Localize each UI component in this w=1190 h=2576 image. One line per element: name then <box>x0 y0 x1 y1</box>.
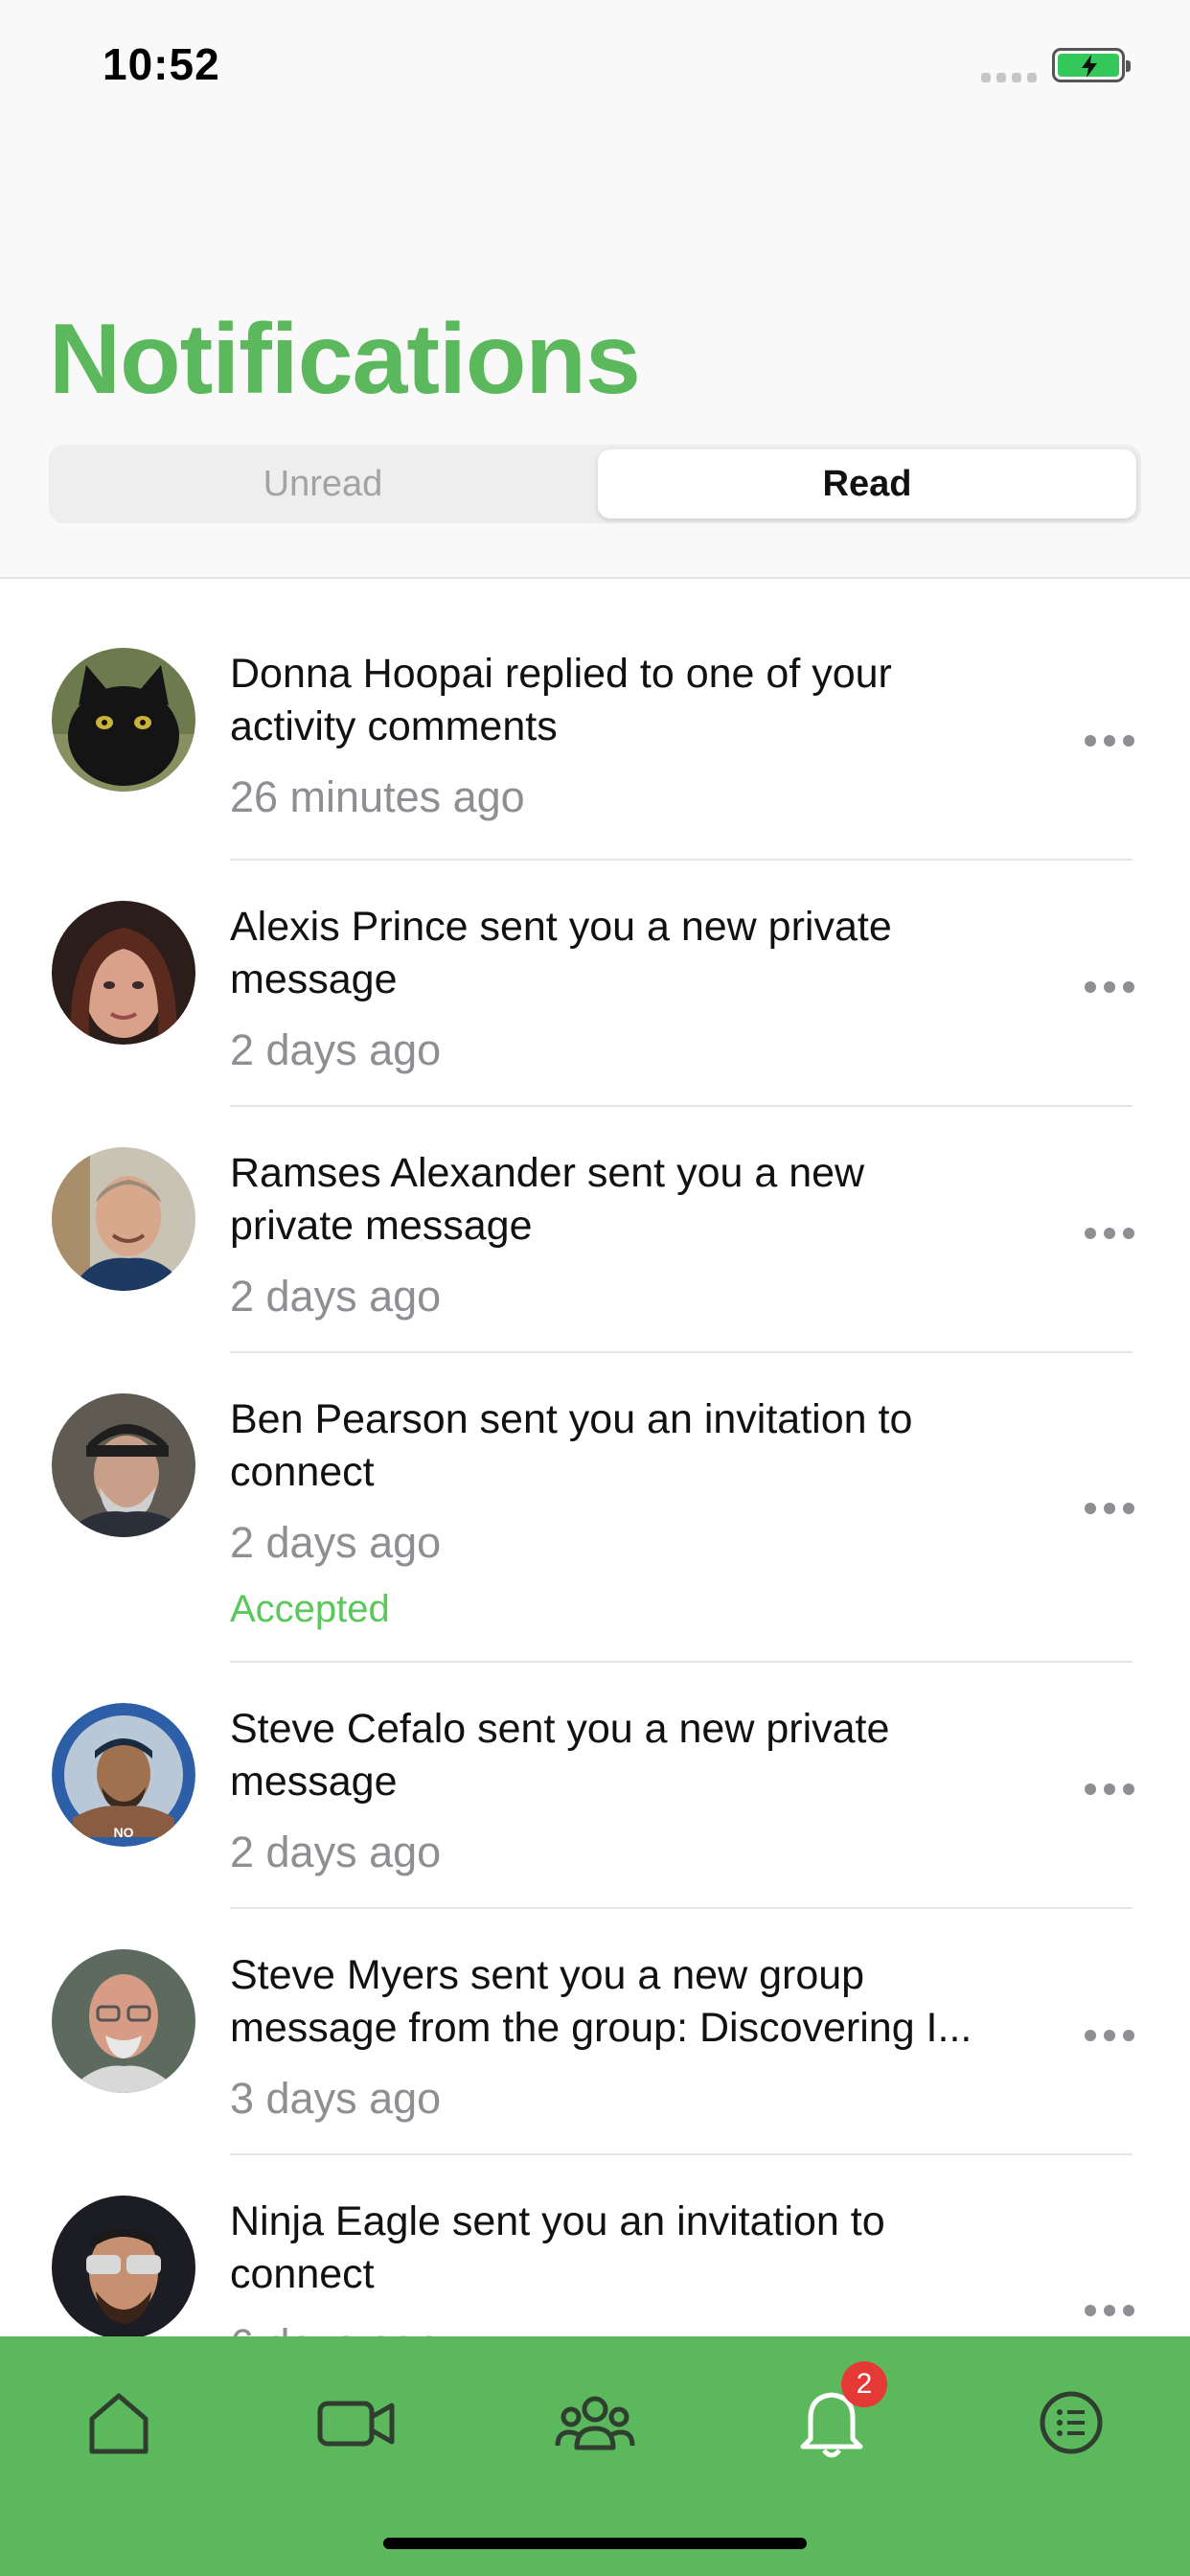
notification-text: Alexis Prince sent you a new private mes… <box>230 904 892 1002</box>
notification-text: Ninja Eagle sent you an invitation to co… <box>230 2198 885 2297</box>
tab-read[interactable]: Read <box>598 449 1136 518</box>
avatar[interactable] <box>52 901 195 1045</box>
notification-text: Ramses Alexander sent you a new private … <box>230 1150 865 1249</box>
home-indicator[interactable] <box>383 2538 807 2549</box>
users-icon <box>555 2396 635 2450</box>
avatar[interactable] <box>52 2196 195 2336</box>
notification-count-badge: 2 <box>841 2361 887 2407</box>
notification-row[interactable]: Ramses Alexander sent you a new private … <box>0 1107 1190 1353</box>
notification-row[interactable]: Steve Myers sent you a new group message… <box>0 1909 1190 2155</box>
notification-text: Donna Hoopai replied to one of your acti… <box>230 651 892 749</box>
status-time: 10:52 <box>103 39 220 89</box>
more-options-icon[interactable] <box>1085 2305 1134 2318</box>
read-unread-segmented-control: Unread Read <box>49 445 1141 523</box>
home-icon <box>89 2393 149 2454</box>
notification-row[interactable]: NO Steve Cefalo sent you a new private m… <box>0 1663 1190 1909</box>
notification-time: 2 days ago <box>230 1828 442 1876</box>
more-options-icon[interactable] <box>1085 2030 1134 2043</box>
more-options-icon[interactable] <box>1085 981 1134 995</box>
avatar[interactable]: NO <box>52 1703 195 1847</box>
tab-unread[interactable]: Unread <box>54 449 592 518</box>
header: 10:52 Notifications Unread Read <box>0 0 1190 579</box>
notification-text: Steve Myers sent you a new group message… <box>230 1952 973 2051</box>
more-options-icon[interactable] <box>1085 1503 1134 1516</box>
page-title: Notifications <box>49 304 641 415</box>
notification-time: 26 minutes ago <box>230 772 525 821</box>
notification-row[interactable]: Ben Pearson sent you an invitation to co… <box>0 1353 1190 1663</box>
notification-time: 2 days ago <box>230 1025 442 1074</box>
menu-list-icon <box>1040 2391 1103 2454</box>
svg-text:NO: NO <box>114 1825 134 1840</box>
more-options-icon[interactable] <box>1085 735 1134 748</box>
video-icon <box>317 2401 395 2447</box>
notification-time: 3 days ago <box>230 2074 442 2123</box>
notification-row[interactable]: Donna Hoopai replied to one of your acti… <box>0 581 1190 861</box>
notification-time: 6 days ago <box>230 2320 441 2336</box>
battery-icon <box>1052 48 1131 82</box>
notification-row[interactable]: Alexis Prince sent you a new private mes… <box>0 861 1190 1107</box>
notifications-screen: 10:52 Notifications Unread Read Donna Ho… <box>0 0 1190 2576</box>
avatar[interactable] <box>52 1393 195 1537</box>
notification-text: Ben Pearson sent you an invitation to co… <box>230 1396 913 1495</box>
tab-video[interactable] <box>309 2375 404 2471</box>
notification-row[interactable]: Ninja Eagle sent you an invitation to co… <box>0 2155 1190 2336</box>
tab-groups[interactable] <box>547 2375 643 2471</box>
notification-list: Donna Hoopai replied to one of your acti… <box>0 581 1190 2336</box>
avatar[interactable] <box>52 1949 195 2093</box>
notification-time: 2 days ago <box>230 1518 442 1567</box>
tab-menu[interactable] <box>1023 2375 1119 2471</box>
signal-icon <box>981 73 1037 82</box>
more-options-icon[interactable] <box>1085 1228 1134 1241</box>
notification-time: 2 days ago <box>230 1272 442 1321</box>
avatar[interactable] <box>52 1147 195 1291</box>
avatar[interactable] <box>52 648 195 792</box>
notification-text: Steve Cefalo sent you a new private mess… <box>230 1706 890 1805</box>
tab-home[interactable] <box>71 2375 167 2471</box>
status-accepted-label: Accepted <box>230 1588 390 1630</box>
more-options-icon[interactable] <box>1085 1783 1134 1797</box>
